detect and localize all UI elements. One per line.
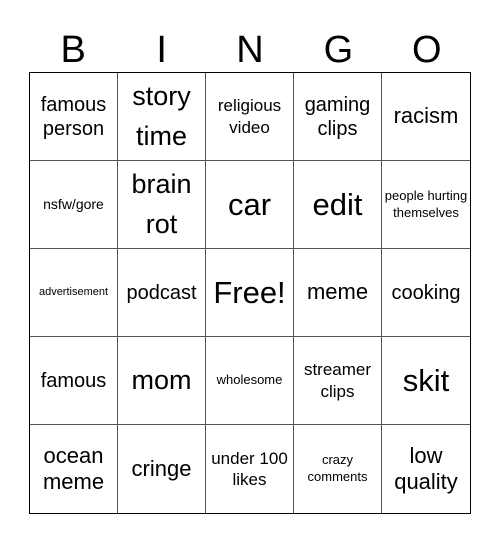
bingo-cell[interactable]: story time <box>118 73 206 161</box>
bingo-cell[interactable]: famous person <box>30 73 118 161</box>
bingo-cell[interactable]: low quality <box>382 425 470 513</box>
header-letter-i: I <box>156 29 167 71</box>
bingo-cell[interactable]: car <box>206 161 294 249</box>
bingo-cell[interactable]: people hurting themselves <box>382 161 470 249</box>
header-letter-b: B <box>60 29 86 71</box>
header-letter-o: O <box>412 29 442 71</box>
header-letter-g: G <box>323 29 354 71</box>
bingo-cell[interactable]: cooking <box>382 249 470 337</box>
bingo-header: B I N G O <box>29 29 471 71</box>
bingo-cell[interactable]: cringe <box>118 425 206 513</box>
bingo-cell[interactable]: advertisement <box>30 249 118 337</box>
bingo-cell[interactable]: brain rot <box>118 161 206 249</box>
bingo-cell[interactable]: gaming clips <box>294 73 382 161</box>
bingo-cell[interactable]: religious video <box>206 73 294 161</box>
bingo-cell[interactable]: skit <box>382 337 470 425</box>
bingo-cell[interactable]: mom <box>118 337 206 425</box>
bingo-cell[interactable]: ocean meme <box>30 425 118 513</box>
header-letter-n: N <box>236 29 264 71</box>
bingo-cell[interactable]: famous <box>30 337 118 425</box>
bingo-cell[interactable]: streamer clips <box>294 337 382 425</box>
bingo-cell[interactable]: nsfw/gore <box>30 161 118 249</box>
bingo-cell[interactable]: racism <box>382 73 470 161</box>
bingo-cell[interactable]: meme <box>294 249 382 337</box>
bingo-cell[interactable]: crazy comments <box>294 425 382 513</box>
bingo-cell[interactable]: podcast <box>118 249 206 337</box>
bingo-grid: famous person story time religious video… <box>29 72 471 514</box>
bingo-cell[interactable]: wholesome <box>206 337 294 425</box>
free-space-cell[interactable]: Free! <box>206 249 294 337</box>
bingo-cell[interactable]: edit <box>294 161 382 249</box>
bingo-cell[interactable]: under 100 likes <box>206 425 294 513</box>
